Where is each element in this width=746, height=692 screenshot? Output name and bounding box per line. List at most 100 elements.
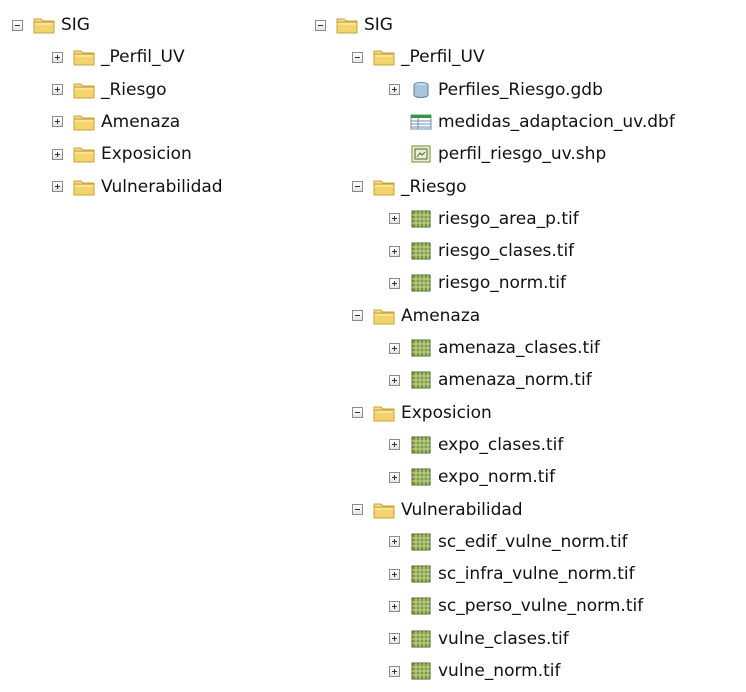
tree-item-label: Perfiles_Riesgo.gdb [438, 79, 603, 100]
raster-icon [410, 630, 432, 648]
expand-icon[interactable] [389, 213, 400, 225]
left-tree-folder[interactable]: Amenaza [52, 109, 180, 135]
expand-icon[interactable] [389, 633, 400, 645]
raster-icon [410, 468, 432, 486]
tree-item-label: SIG [61, 15, 90, 35]
right-tree-item[interactable]: amenaza_norm.tif [389, 367, 592, 393]
folder-icon [33, 16, 55, 34]
tree-item-label: expo_norm.tif [438, 467, 556, 488]
tree-item-label: Amenaza [101, 111, 181, 132]
tree-item-label: sc_edif_vulne_norm.tif [438, 531, 628, 552]
right-tree-folder[interactable]: Amenaza [352, 303, 480, 329]
left-tree-root[interactable]: SIG [12, 12, 90, 38]
raster-icon [410, 436, 432, 454]
right-tree-item[interactable]: vulne_clases.tif [389, 626, 569, 652]
tree-item-label: Exposicion [401, 402, 492, 423]
shapefile-icon [410, 145, 432, 163]
left-tree-folder[interactable]: Vulnerabilidad [52, 174, 223, 200]
tree-item-label: Amenaza [401, 305, 481, 326]
right-tree-item[interactable]: expo_norm.tif [389, 464, 555, 490]
right-tree-folder[interactable]: _Riesgo [352, 174, 467, 200]
tree-item-label: sc_infra_vulne_norm.tif [438, 564, 635, 585]
expand-icon[interactable] [389, 439, 400, 451]
collapse-icon[interactable] [12, 19, 23, 31]
expand-icon[interactable] [389, 471, 400, 483]
tree-item-label: amenaza_norm.tif [438, 370, 592, 391]
raster-icon [410, 662, 432, 680]
expand-icon[interactable] [389, 536, 400, 548]
tree-item-label: vulne_norm.tif [438, 661, 561, 681]
raster-icon [410, 371, 432, 389]
collapse-icon[interactable] [352, 504, 363, 515]
tree-item-label: _Perfil_UV [401, 47, 485, 68]
folder-icon [373, 48, 395, 66]
right-tree-item[interactable]: perfil_riesgo_uv.shp [389, 141, 606, 167]
raster-icon [410, 339, 432, 357]
expand-icon[interactable] [389, 568, 400, 580]
tree-item-label: riesgo_norm.tif [438, 273, 566, 294]
right-tree-folder[interactable]: Vulnerabilidad [352, 497, 523, 523]
left-tree-folder[interactable]: Exposicion [52, 141, 192, 167]
expand-icon[interactable] [389, 84, 400, 96]
raster-icon [410, 565, 432, 583]
right-tree-item[interactable]: amenaza_clases.tif [389, 335, 600, 361]
collapse-icon[interactable] [352, 407, 363, 419]
expand-icon[interactable] [52, 181, 63, 192]
tree-item-label: Exposicion [101, 144, 192, 165]
tree-item-label: _Riesgo [101, 79, 167, 100]
expand-icon[interactable] [389, 665, 400, 677]
left-tree-folder[interactable]: _Riesgo [52, 77, 167, 103]
tree-item-label: Vulnerabilidad [101, 176, 223, 197]
left-tree-folder[interactable]: _Perfil_UV [52, 44, 185, 70]
right-tree-item[interactable]: riesgo_area_p.tif [389, 206, 579, 232]
folder-icon [336, 16, 358, 34]
tree-item-label: amenaza_clases.tif [438, 338, 600, 358]
expand-icon[interactable] [52, 116, 63, 128]
collapse-icon[interactable] [352, 310, 363, 322]
expand-icon[interactable] [52, 51, 63, 63]
expand-icon[interactable] [389, 245, 400, 257]
raster-icon [410, 274, 432, 292]
right-tree-folder[interactable]: _Perfil_UV [352, 44, 485, 70]
folder-icon [73, 178, 95, 196]
right-tree-item[interactable]: riesgo_clases.tif [389, 238, 574, 264]
folder-icon [73, 113, 95, 131]
folder-icon [73, 145, 95, 163]
tree-item-label: sc_perso_vulne_norm.tif [438, 596, 644, 617]
right-tree-item[interactable]: expo_clases.tif [389, 432, 563, 458]
raster-icon [410, 210, 432, 228]
collapse-icon[interactable] [352, 181, 363, 192]
right-tree-folder[interactable]: Exposicion [352, 400, 492, 426]
tree-item-label: expo_clases.tif [438, 434, 564, 455]
right-tree-item[interactable]: vulne_norm.tif [389, 658, 561, 684]
expand-icon[interactable] [389, 600, 400, 612]
tree-item-label: medidas_adaptacion_uv.dbf [438, 111, 675, 132]
expand-icon[interactable] [52, 148, 63, 160]
folder-icon [73, 48, 95, 66]
folder-icon [373, 178, 395, 196]
right-tree-item[interactable]: sc_perso_vulne_norm.tif [389, 593, 643, 619]
tree-item-label: _Perfil_UV [101, 47, 185, 68]
tree-item-label: riesgo_clases.tif [438, 241, 575, 262]
tree-item-label: vulne_clases.tif [438, 628, 569, 649]
raster-icon [410, 242, 432, 260]
folder-icon [373, 307, 395, 325]
right-tree-item[interactable]: riesgo_norm.tif [389, 270, 566, 296]
geodatabase-icon [410, 81, 432, 99]
folder-icon [373, 501, 395, 519]
right-tree-item[interactable]: sc_infra_vulne_norm.tif [389, 561, 635, 587]
collapse-icon[interactable] [315, 19, 326, 31]
folder-icon [373, 404, 395, 422]
expand-icon[interactable] [389, 342, 400, 354]
expand-icon[interactable] [389, 374, 400, 386]
right-tree-item[interactable]: Perfiles_Riesgo.gdb [389, 77, 603, 103]
right-tree-item[interactable]: medidas_adaptacion_uv.dbf [389, 109, 675, 135]
expand-icon[interactable] [389, 277, 400, 289]
collapse-icon[interactable] [352, 51, 363, 63]
table-icon [410, 113, 432, 131]
tree-item-label: riesgo_area_p.tif [438, 208, 579, 229]
right-tree-item[interactable]: sc_edif_vulne_norm.tif [389, 529, 628, 555]
folder-icon [73, 81, 95, 99]
expand-icon[interactable] [52, 84, 63, 96]
right-tree-root[interactable]: SIG [315, 12, 393, 38]
